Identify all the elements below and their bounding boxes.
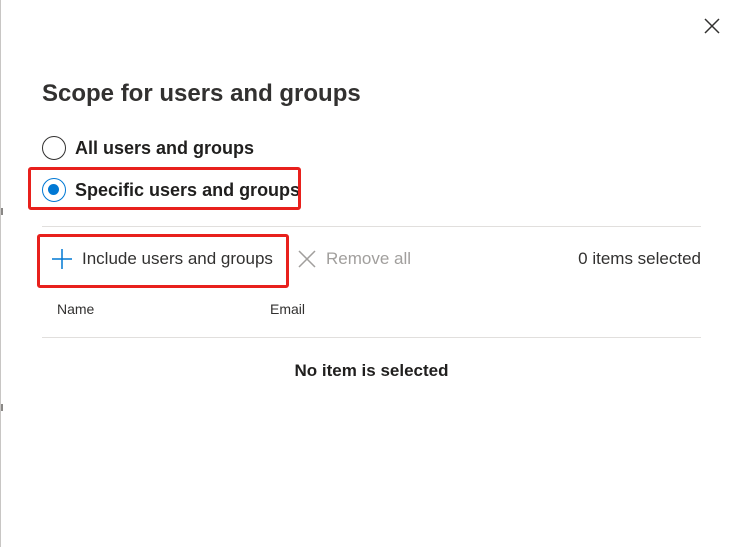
close-button[interactable] bbox=[700, 14, 724, 38]
panel-title: Scope for users and groups bbox=[42, 80, 361, 107]
radio-button[interactable] bbox=[42, 136, 66, 160]
radio-label: All users and groups bbox=[75, 137, 255, 158]
close-icon bbox=[704, 18, 720, 34]
selected-count: 0 items selected bbox=[578, 249, 701, 268]
table-header-divider bbox=[42, 337, 701, 338]
left-edge-tick bbox=[1, 208, 3, 215]
include-users-and-groups-button[interactable]: Include users and groups bbox=[51, 245, 273, 273]
section-divider bbox=[42, 226, 701, 227]
radio-label: Specific users and groups bbox=[75, 179, 301, 200]
remove-all-label: Remove all bbox=[326, 249, 412, 268]
radio-selected-dot bbox=[48, 184, 59, 195]
radio-all-users-and-groups[interactable]: All users and groups bbox=[42, 135, 254, 161]
close-icon bbox=[298, 250, 316, 268]
plus-icon bbox=[52, 249, 72, 269]
radio-button-checked[interactable] bbox=[42, 178, 66, 202]
radio-specific-users-and-groups[interactable]: Specific users and groups bbox=[42, 177, 300, 203]
include-label: Include users and groups bbox=[82, 249, 273, 268]
remove-all-button[interactable]: Remove all bbox=[297, 245, 411, 273]
column-header-email[interactable]: Email bbox=[270, 301, 305, 317]
empty-state-message: No item is selected bbox=[294, 361, 449, 380]
scope-panel: Scope for users and groups All users and… bbox=[0, 0, 734, 547]
left-edge-tick bbox=[1, 404, 3, 411]
column-header-name[interactable]: Name bbox=[57, 301, 94, 317]
